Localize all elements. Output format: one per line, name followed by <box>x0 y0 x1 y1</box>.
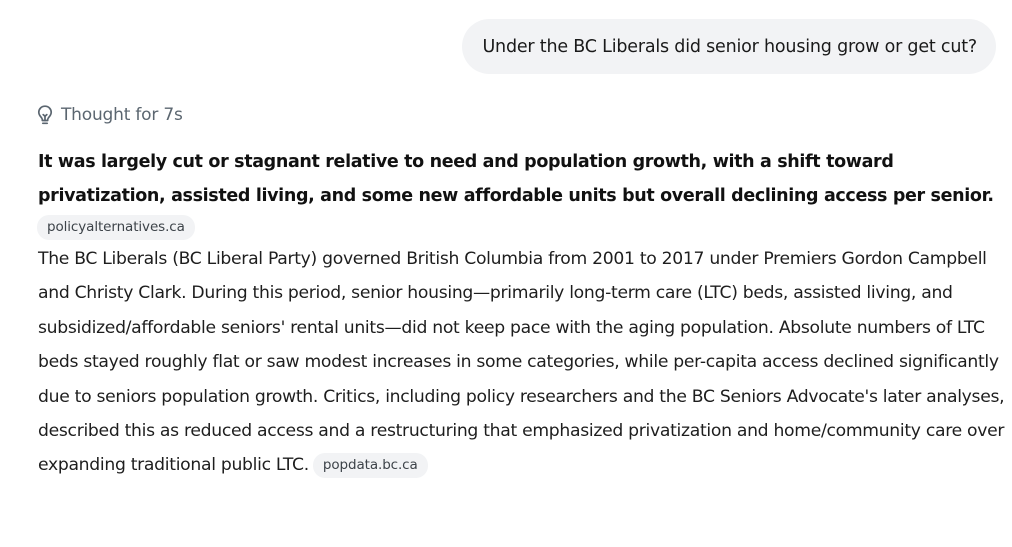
answer-body-text: The BC Liberals (BC Liberal Party) gover… <box>38 249 1005 476</box>
lightbulb-icon <box>36 104 54 126</box>
source-chip-popdata[interactable]: popdata.bc.ca <box>312 453 428 479</box>
thought-toggle[interactable]: Thought for 7s <box>36 104 183 126</box>
answer-body: The BC Liberals (BC Liberal Party) gover… <box>38 242 1006 483</box>
user-message-text: Under the BC Liberals did senior housing… <box>482 36 977 57</box>
user-message-bubble: Under the BC Liberals did senior housing… <box>462 19 996 74</box>
assistant-answer: It was largely cut or stagnant relative … <box>37 145 1006 483</box>
answer-headline: It was largely cut or stagnant relative … <box>38 152 994 206</box>
source-chip-policyalternatives[interactable]: policyalternatives.ca <box>37 215 195 240</box>
thought-label: Thought for 7s <box>61 105 183 125</box>
